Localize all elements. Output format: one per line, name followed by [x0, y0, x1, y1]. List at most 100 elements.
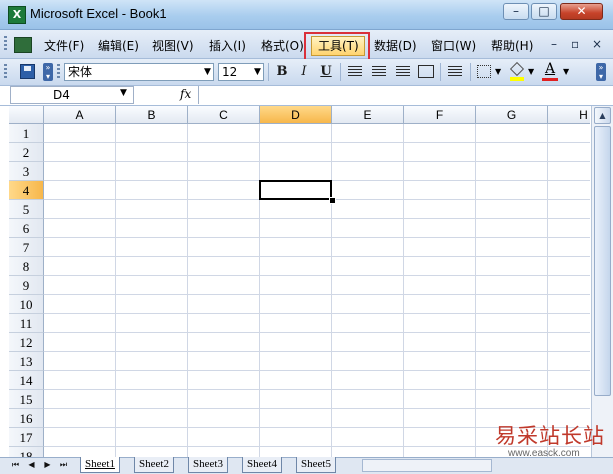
- row-header-9[interactable]: 9: [9, 276, 44, 295]
- menu-file[interactable]: 文件(F): [44, 37, 84, 54]
- sheet-tab-2[interactable]: Sheet2: [134, 457, 174, 473]
- menu-window[interactable]: 窗口(W): [431, 37, 476, 54]
- toolbar-divider: [268, 63, 269, 81]
- align-left-icon[interactable]: [348, 66, 362, 78]
- sheet-tab-1[interactable]: Sheet1: [80, 457, 120, 473]
- row-header-16[interactable]: 16: [9, 409, 44, 428]
- mdi-restore-button[interactable]: ▫: [571, 37, 579, 51]
- row-header-2[interactable]: 2: [9, 143, 44, 162]
- select-all-button[interactable]: [9, 106, 44, 124]
- row-header-1[interactable]: 1: [9, 124, 44, 143]
- menu-data[interactable]: 数据(D): [374, 37, 417, 54]
- underline-button[interactable]: U: [317, 64, 335, 80]
- column-header-g[interactable]: G: [476, 106, 548, 124]
- fill-color-icon[interactable]: [509, 61, 525, 81]
- toolbar-options-chevron-icon[interactable]: » ▾: [596, 63, 606, 81]
- chevron-down-icon[interactable]: ▼: [563, 67, 569, 76]
- indent-icon[interactable]: [448, 66, 462, 78]
- row-header-3[interactable]: 3: [9, 162, 44, 181]
- prev-sheet-icon[interactable]: ◀: [26, 459, 37, 471]
- row-header-18[interactable]: 18: [9, 447, 44, 457]
- italic-button[interactable]: I: [295, 64, 313, 80]
- window-title: Microsoft Excel - Book1: [30, 6, 167, 21]
- row-header-7[interactable]: 7: [9, 238, 44, 257]
- menu-insert[interactable]: 插入(I): [209, 37, 246, 54]
- chevron-down-icon[interactable]: ▼: [495, 67, 501, 76]
- maximize-button[interactable]: □: [531, 3, 557, 20]
- excel-icon: X: [8, 6, 26, 24]
- row-header-6[interactable]: 6: [9, 219, 44, 238]
- insert-function-icon[interactable]: fx: [180, 87, 191, 101]
- scrollbar-thumb[interactable]: [594, 126, 611, 396]
- horizontal-scrollbar[interactable]: [362, 459, 492, 472]
- align-center-icon[interactable]: [372, 66, 386, 78]
- toolbar-options-chevron-icon[interactable]: » ▾: [43, 63, 53, 81]
- column-header-h[interactable]: H: [548, 106, 590, 124]
- menu-edit[interactable]: 编辑(E): [98, 37, 139, 54]
- menu-grip-handle[interactable]: [4, 36, 7, 52]
- close-button[interactable]: ✕: [560, 3, 603, 20]
- toolbar-divider: [440, 63, 441, 81]
- workbook-icon[interactable]: [14, 37, 32, 53]
- worksheet-grid[interactable]: ABCDEFGH 1 2 3 4 5 6 7 8 9 10 11 12 13 14 15 16 17 18: [9, 106, 590, 457]
- bold-button[interactable]: B: [273, 64, 291, 80]
- row-header-5[interactable]: 5: [9, 200, 44, 219]
- highlight-box: [304, 32, 370, 62]
- mdi-close-button[interactable]: ×: [592, 37, 602, 51]
- row-header-17[interactable]: 17: [9, 428, 44, 447]
- next-sheet-icon[interactable]: ▶: [42, 459, 53, 471]
- font-color-icon[interactable]: A: [542, 61, 558, 81]
- borders-icon[interactable]: [477, 65, 491, 78]
- sheet-tab-3[interactable]: Sheet3: [188, 457, 228, 473]
- column-header-a[interactable]: A: [44, 106, 116, 124]
- font-color-letter: A: [544, 61, 556, 77]
- merge-center-icon[interactable]: [418, 65, 434, 78]
- vertical-scrollbar[interactable]: ▲: [591, 106, 613, 457]
- row-header-10[interactable]: 10: [9, 295, 44, 314]
- align-right-icon[interactable]: [396, 66, 410, 78]
- fill-handle[interactable]: [329, 197, 336, 204]
- chevron-down-icon[interactable]: ▼: [528, 67, 534, 76]
- last-sheet-icon[interactable]: ⏭: [58, 459, 69, 471]
- sheet-tab-4[interactable]: Sheet4: [242, 457, 282, 473]
- watermark-url: www.easck.com: [508, 448, 580, 459]
- save-icon[interactable]: [20, 64, 35, 79]
- row-header-13[interactable]: 13: [9, 352, 44, 371]
- name-box[interactable]: D4: [10, 86, 134, 104]
- column-header-f[interactable]: F: [404, 106, 476, 124]
- row-header-11[interactable]: 11: [9, 314, 44, 333]
- row-header-12[interactable]: 12: [9, 333, 44, 352]
- font-color-swatch: [542, 78, 558, 81]
- font-name-select[interactable]: 宋体: [64, 63, 214, 81]
- menu-help[interactable]: 帮助(H): [491, 37, 533, 54]
- formula-input[interactable]: [198, 86, 613, 104]
- column-header-c[interactable]: C: [188, 106, 260, 124]
- toolbar-grip-handle[interactable]: [4, 64, 7, 80]
- cell-gridlines: [44, 124, 590, 457]
- row-header-8[interactable]: 8: [9, 257, 44, 276]
- chevron-down-icon[interactable]: ▼: [120, 88, 127, 98]
- scroll-up-arrow-icon[interactable]: ▲: [594, 107, 611, 124]
- chevron-down-icon[interactable]: ▼: [202, 64, 213, 80]
- fill-color-swatch: [510, 77, 524, 81]
- column-header-e[interactable]: E: [332, 106, 404, 124]
- active-cell[interactable]: [259, 180, 332, 200]
- menu-view[interactable]: 视图(V): [152, 37, 194, 54]
- column-header-d[interactable]: D: [260, 106, 332, 124]
- row-header-14[interactable]: 14: [9, 371, 44, 390]
- title-bar: X Microsoft Excel - Book1 – □ ✕: [0, 0, 613, 30]
- menu-format[interactable]: 格式(O): [261, 37, 304, 54]
- row-header-15[interactable]: 15: [9, 390, 44, 409]
- paint-bucket-shape: [509, 61, 525, 77]
- toolbar-divider: [470, 63, 471, 81]
- column-header-b[interactable]: B: [116, 106, 188, 124]
- row-header-4[interactable]: 4: [9, 181, 44, 200]
- formatting-toolbar: » ▾ 宋体 ▼ 12 ▼ B I U ▼ ▼ A ▼ » ▾: [0, 59, 613, 86]
- chevron-down-icon[interactable]: ▼: [252, 64, 263, 80]
- toolbar-divider: [340, 63, 341, 81]
- minimize-button[interactable]: –: [503, 3, 529, 20]
- toolbar-grip-handle[interactable]: [57, 64, 60, 80]
- sheet-tab-5[interactable]: Sheet5: [296, 457, 336, 473]
- first-sheet-icon[interactable]: ⏮: [10, 459, 21, 471]
- mdi-minimize-button[interactable]: –: [551, 37, 557, 51]
